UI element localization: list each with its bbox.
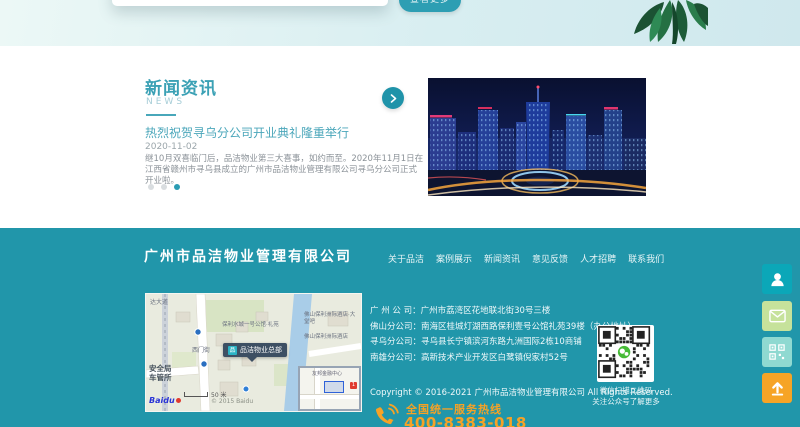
footer-nav: 关于品洁 案例展示 新闻资讯 意见反馈 人才招聘 联系我们 — [388, 252, 664, 265]
plant-decoration — [612, 0, 708, 46]
address-guangzhou: 广 州 公 司：广州市荔湾区花地联北街30号三楼 — [370, 304, 605, 320]
footer-nav-about[interactable]: 关于品洁 — [388, 252, 424, 265]
news-section-title: 新闻资讯 — [145, 74, 217, 99]
mail-button[interactable] — [762, 301, 792, 331]
map-label-hotel-2: 佛山保利洲际酒店 — [304, 334, 356, 341]
map-label-road: 达大道 — [150, 299, 168, 306]
footer-nav-jobs[interactable]: 人才招聘 — [580, 252, 616, 265]
baidu-logo: Baidu — [149, 396, 181, 405]
address-xunwu: 寻乌分公司：寻乌县长宁镇滨河东路九洲国际2栋10商铺 — [370, 335, 605, 351]
customer-service-button[interactable] — [762, 264, 792, 294]
mail-icon — [769, 309, 786, 323]
news-article-excerpt: 继10月双喜临门后，品洁物业第三大喜事，如约而至。2020年11月1日在江西省赣… — [145, 154, 425, 187]
back-to-top-icon — [770, 380, 785, 396]
address-foshan: 佛山分公司：南海区桂城灯湖西路保利壹号公馆礼苑39楼（办公地址） — [370, 320, 605, 336]
footer: 广州市品洁物业管理有限公司 关于品洁 案例展示 新闻资讯 意见反馈 人才招聘 联… — [0, 228, 800, 427]
company-logo-icon: 品 — [228, 346, 237, 355]
phone-icon — [372, 402, 400, 427]
qrcode-icon — [769, 344, 785, 360]
view-more-button[interactable]: 查看更多 — [399, 0, 461, 12]
chevron-right-icon — [389, 94, 398, 103]
carousel-next-button[interactable] — [382, 87, 404, 109]
news-article-date: 2020-11-02 — [145, 142, 197, 152]
map-callout-label: 品洁物业总部 — [240, 345, 282, 355]
hero-card — [112, 0, 388, 6]
qrcode-button[interactable] — [762, 337, 792, 367]
footer-nav-contact[interactable]: 联系我们 — [628, 252, 664, 265]
map-callout-hq[interactable]: 品 品洁物业总部 — [223, 343, 287, 357]
address-nanxiong: 南雄分公司：高新技术产业开发区白鹭镇倪家村52号 — [370, 351, 605, 367]
hotline-number: 400-8383-018 — [404, 414, 527, 427]
footer-nav-feedback[interactable]: 意见反馈 — [532, 252, 568, 265]
hero-section: 查看更多 — [0, 0, 800, 46]
inset-road-badge: 1 — [350, 382, 357, 389]
map-label-bureau: 安全局 车管所 — [149, 364, 172, 382]
inset-label: 友邦金融中心 — [312, 370, 342, 377]
map-scale-bar — [184, 392, 208, 397]
back-to-top-button[interactable] — [762, 373, 792, 403]
qr-caption: 微信扫描二维码 关注公众号了解更多 — [575, 385, 677, 407]
map-copyright: © 2015 Baidu — [211, 398, 253, 405]
news-section-subtitle: NEWS — [146, 97, 185, 107]
map-label-estate: 保利水城一号公馆·礼苑 — [222, 322, 280, 329]
news-article-title[interactable]: 热烈祝贺寻乌分公司开业典礼隆重举行 — [145, 124, 349, 141]
inset-viewport-rect — [324, 381, 344, 393]
footer-nav-cases[interactable]: 案例展示 — [436, 252, 472, 265]
footer-nav-news[interactable]: 新闻资讯 — [484, 252, 520, 265]
carousel-dot[interactable] — [148, 184, 154, 190]
map-overview-inset: 友邦金融中心 1 — [298, 366, 361, 411]
map-label-street: 西门街 — [192, 347, 210, 354]
location-map[interactable]: 达大道 西门街 安全局 车管所 保利水城一号公馆·礼苑 佛山保利洲际酒店·大堂吧… — [145, 293, 362, 412]
page: 查看更多 新闻资讯 NEWS 热烈祝贺寻乌分公司开业典礼隆重举行 2020-11… — [0, 0, 800, 427]
news-article-image[interactable] — [428, 78, 646, 196]
carousel-dot-active[interactable] — [174, 184, 180, 190]
wechat-qr-code — [597, 325, 654, 382]
carousel-dot[interactable] — [161, 184, 167, 190]
carousel-dots — [148, 184, 180, 190]
customer-service-icon — [769, 271, 786, 288]
footer-addresses: 广 州 公 司：广州市荔湾区花地联北街30号三楼 佛山分公司：南海区桂城灯湖西路… — [370, 304, 605, 366]
inset-road — [300, 394, 359, 399]
map-label-hotel-1: 佛山保利洲际酒店·大堂吧 — [304, 312, 356, 325]
title-underline — [146, 114, 176, 116]
footer-company-name: 广州市品洁物业管理有限公司 — [144, 246, 352, 266]
